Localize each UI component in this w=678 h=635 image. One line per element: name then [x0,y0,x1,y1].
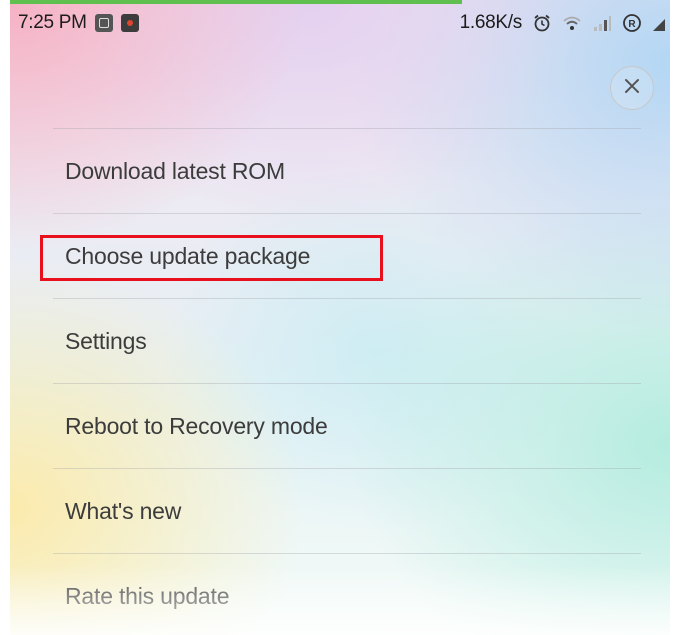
menu-item-label: Download latest ROM [65,157,285,184]
gallery-icon [94,14,113,32]
menu-item-label: Choose update package [65,242,311,269]
menu-item-choose-update-package[interactable]: Choose update package [40,214,641,299]
menu-item-label: Reboot to Recovery mode [65,412,328,439]
signal-icon [592,14,612,32]
wifi-icon [562,14,582,32]
close-button[interactable] [610,66,654,110]
menu-item-label: What's new [65,497,182,524]
close-icon [624,78,640,99]
status-indicators: 1.68K/s R [460,12,666,34]
status-bar: 7:25 PM 1.68K/s R [10,6,670,40]
menu-item-reboot-to-recovery[interactable]: Reboot to Recovery mode [53,384,641,469]
network-speed: 1.68K/s [459,12,523,33]
screen-record-icon [120,14,139,32]
menu-item-label: Rate this update [65,582,230,609]
updater-menu: Download latest ROM Choose update packag… [40,128,641,635]
updater-screen: 7:25 PM 1.68K/s R Download latest ROM Ch… [10,0,670,635]
menu-item-settings[interactable]: Settings [53,299,641,384]
menu-item-whats-new[interactable]: What's new [53,469,641,554]
menu-item-rate-this-update[interactable]: Rate this update [53,554,641,635]
loading-progress-line [10,0,462,4]
roaming-icon: R [622,13,642,33]
menu-item-download-latest-rom[interactable]: Download latest ROM [53,129,641,214]
svg-text:R: R [628,19,636,30]
alarm-icon [532,13,552,33]
signal-icon [652,14,666,32]
status-time: 7:25 PM [18,12,87,33]
menu-item-label: Settings [65,327,147,354]
